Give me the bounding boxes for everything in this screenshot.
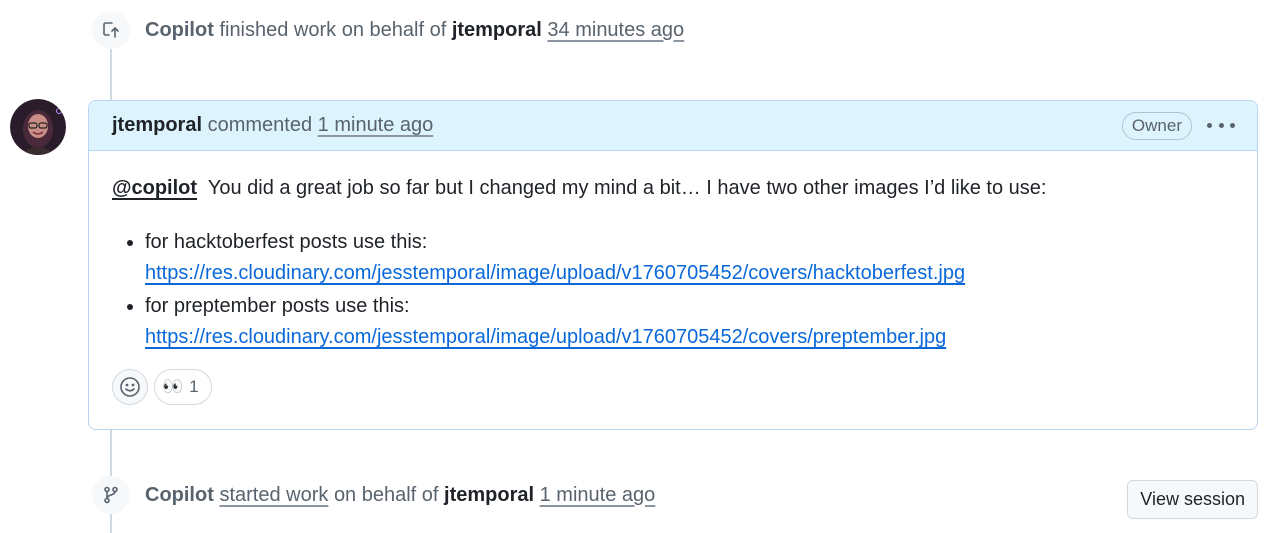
- event-actor[interactable]: Copilot: [145, 19, 214, 42]
- image-link[interactable]: https://res.cloudinary.com/jesstemporal/…: [145, 326, 946, 348]
- reactions-bar: 👀 1: [112, 369, 212, 405]
- eyes-reaction-button[interactable]: 👀 1: [154, 369, 212, 405]
- add-reaction-button[interactable]: [112, 369, 148, 405]
- event-actor[interactable]: Copilot: [145, 484, 214, 507]
- event-action: on behalf of: [333, 483, 439, 506]
- comment-time-link[interactable]: 1 minute ago: [318, 114, 434, 137]
- owner-badge: Owner: [1121, 111, 1192, 140]
- comment-intro-text: You did a great job so far but I changed…: [207, 177, 1047, 199]
- comment-body: @copilot You did a great job so far but …: [89, 151, 1257, 353]
- started-work-link[interactable]: started work: [219, 484, 328, 507]
- avatar[interactable]: [10, 99, 66, 155]
- timeline-event-started: Copilot started work on behalf of jtempo…: [92, 476, 655, 514]
- event-action: finished work on behalf of: [219, 18, 447, 41]
- event-user[interactable]: jtemporal: [444, 484, 534, 507]
- list-item-text: for hacktoberfest posts use this:: [145, 231, 428, 253]
- mention-link[interactable]: @copilot: [112, 177, 197, 199]
- timeline-event-finished: Copilot finished work on behalf of jtemp…: [92, 11, 684, 49]
- event-time-link[interactable]: 34 minutes ago: [547, 19, 684, 42]
- event-user[interactable]: jtemporal: [452, 19, 542, 42]
- smiley-icon: [120, 377, 140, 397]
- list-item: for hacktoberfest posts use this: https:…: [145, 227, 1234, 289]
- pull-request-close-icon: [92, 11, 130, 49]
- list-item-text: for preptember posts use this:: [145, 295, 410, 317]
- comment-verb: commented: [207, 114, 313, 136]
- image-link[interactable]: https://res.cloudinary.com/jesstemporal/…: [145, 262, 965, 284]
- git-branch-icon: [92, 476, 130, 514]
- view-session-button[interactable]: View session: [1127, 480, 1258, 519]
- comment-box: jtemporal commented 1 minute ago Owner @…: [88, 100, 1258, 430]
- comment-intro-paragraph: @copilot You did a great job so far but …: [112, 175, 1234, 202]
- eyes-icon: 👀: [162, 377, 183, 396]
- timeline-page: Copilot finished work on behalf of jtemp…: [0, 0, 1280, 533]
- comment-header: jtemporal commented 1 minute ago Owner: [89, 101, 1257, 151]
- reaction-count: 1: [189, 377, 199, 396]
- kebab-menu-icon[interactable]: [1207, 116, 1235, 136]
- list-item: for preptember posts use this: https://r…: [145, 291, 1234, 353]
- event-time-link[interactable]: 1 minute ago: [540, 484, 656, 507]
- comment-author[interactable]: jtemporal: [112, 114, 202, 137]
- image-list: for hacktoberfest posts use this: https:…: [112, 227, 1234, 353]
